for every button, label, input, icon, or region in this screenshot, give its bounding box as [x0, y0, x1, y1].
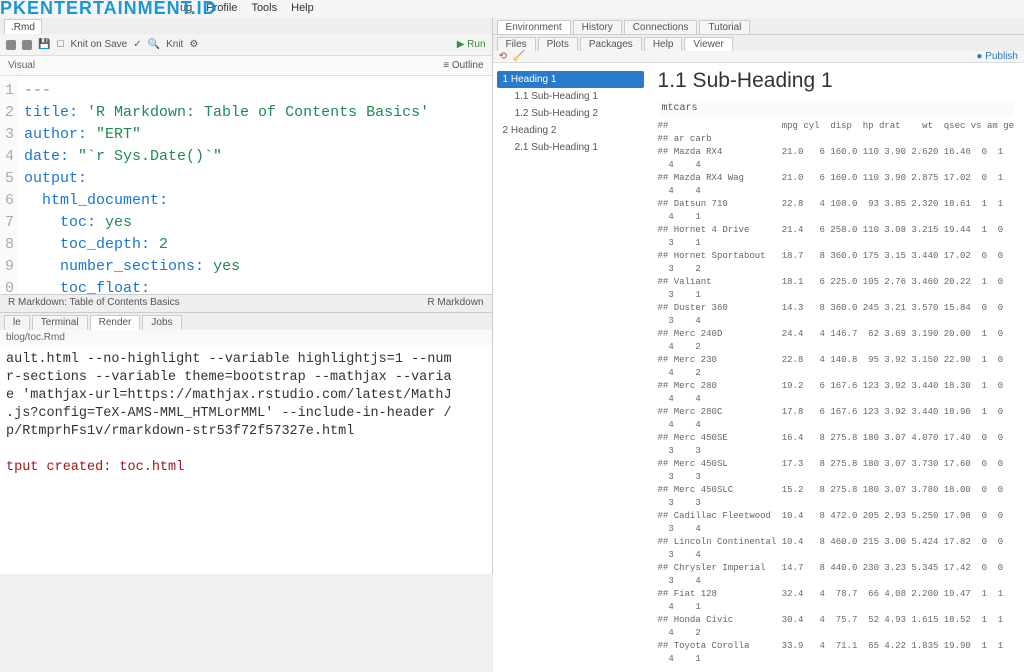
tab-render[interactable]: Render: [90, 315, 141, 330]
watermark-logo: PKENTERTAINMENT.ID: [0, 0, 217, 19]
tab-viewer[interactable]: Viewer: [684, 37, 732, 51]
tab-plots[interactable]: Plots: [538, 37, 578, 51]
source-file-tab[interactable]: .Rmd: [4, 19, 42, 35]
knit-button[interactable]: Knit: [166, 39, 183, 50]
tab-connections[interactable]: Connections: [624, 20, 698, 34]
run-button[interactable]: ▶ Run: [457, 39, 486, 50]
tab-environment[interactable]: Environment: [497, 20, 571, 34]
toc-item[interactable]: 2 Heading 2: [497, 122, 644, 139]
save-icon[interactable]: 💾: [38, 39, 50, 50]
search-icon[interactable]: 🔍: [148, 39, 160, 50]
forward-icon[interactable]: [22, 40, 32, 50]
doc-heading: 1.1 Sub-Heading 1: [658, 69, 1014, 93]
editor-toolbar: Visual ≡ Outline: [0, 56, 492, 76]
tab-files[interactable]: Files: [497, 37, 536, 51]
toc-item[interactable]: 1 Heading 1: [497, 71, 644, 88]
publish-button[interactable]: ● Publish: [976, 51, 1018, 62]
console-output[interactable]: ault.html --no-highlight --variable high…: [0, 345, 492, 575]
console-tabs: le Terminal Render Jobs: [0, 312, 492, 330]
viewer-toolbar: ⟲ 🧹 ● Publish: [493, 51, 1024, 63]
menu-tools[interactable]: Tools: [251, 2, 277, 18]
file-tabs: Files Plots Packages Help Viewer: [493, 34, 1024, 51]
tab-packages[interactable]: Packages: [580, 37, 642, 51]
toc-float: 1 Heading 11.1 Sub-Heading 11.2 Sub-Head…: [493, 63, 648, 672]
toc-item[interactable]: 2.1 Sub-Heading 1: [497, 139, 644, 156]
back-icon[interactable]: [6, 40, 16, 50]
editor-status-bar: R Markdown: Table of Contents Basics R M…: [0, 294, 492, 312]
code-chunk: mtcars: [658, 101, 1014, 116]
code-editor[interactable]: 123456789012 --- title: 'R Markdown: Tab…: [0, 76, 492, 294]
knit-on-save[interactable]: Knit on Save: [71, 39, 128, 50]
source-toolbar: 💾 ☐ Knit on Save ✓ 🔍 Knit ⚙ ▶ Run: [0, 34, 492, 56]
tab-tutorial[interactable]: Tutorial: [699, 20, 750, 34]
clear-icon[interactable]: 🧹: [513, 51, 525, 62]
tab-history[interactable]: History: [573, 20, 622, 34]
gear-icon[interactable]: ⚙: [189, 39, 198, 50]
refresh-icon[interactable]: ⟲: [499, 51, 507, 62]
tab-jobs[interactable]: Jobs: [142, 315, 181, 330]
tab-terminal[interactable]: Terminal: [32, 315, 88, 330]
toc-item[interactable]: 1.2 Sub-Heading 2: [497, 105, 644, 122]
outline-button[interactable]: ≡ Outline: [443, 60, 483, 71]
toc-item[interactable]: 1.1 Sub-Heading 1: [497, 88, 644, 105]
env-tabs: Environment History Connections Tutorial: [493, 18, 1024, 34]
menu-help[interactable]: Help: [291, 2, 314, 18]
rendered-document: 1.1 Sub-Heading 1 mtcars ## mpg cyl disp…: [648, 63, 1024, 672]
tab-console[interactable]: le: [4, 315, 30, 330]
spell-icon[interactable]: ✓: [133, 39, 141, 50]
visual-toggle[interactable]: Visual: [8, 60, 35, 71]
output-table: ## mpg cyl disp hp drat wt qsec vs am ge…: [658, 120, 1014, 666]
tab-help[interactable]: Help: [644, 37, 683, 51]
console-path: blog/toc.Rmd: [0, 330, 492, 345]
